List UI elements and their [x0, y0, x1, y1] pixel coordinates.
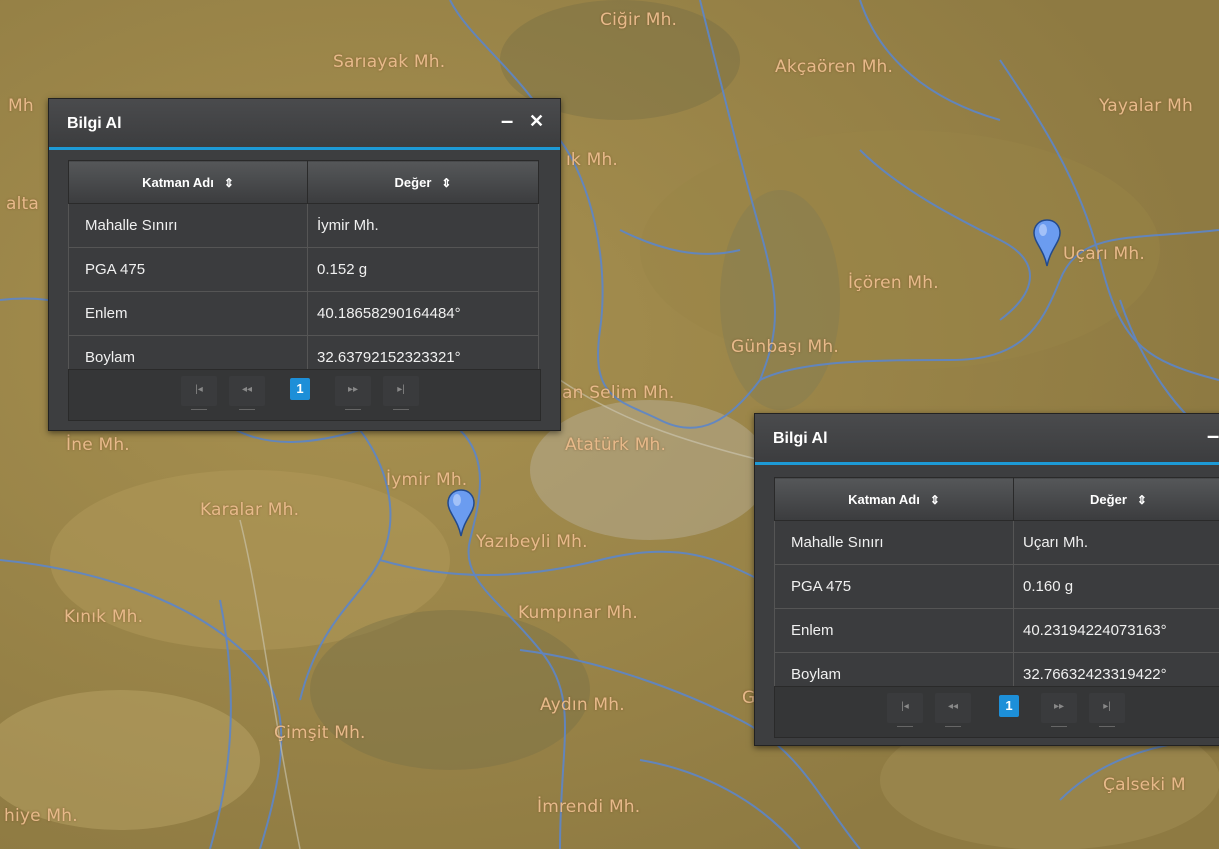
place-label: Günbaşı Mh.	[731, 337, 839, 357]
first-page-button[interactable]: |◂	[887, 693, 923, 727]
place-label: İne Mh.	[66, 435, 130, 455]
first-page-button[interactable]: |◂	[181, 376, 217, 410]
window-titlebar[interactable]: Bilgi Al –	[755, 414, 1219, 465]
column-header-layer[interactable]: Katman Adı ⇕	[774, 477, 1014, 521]
table-row[interactable]: Mahalle Sınırı Uçarı Mh.	[774, 520, 1219, 565]
sort-icon[interactable]: ⇕	[224, 176, 234, 190]
sort-icon[interactable]: ⇕	[1137, 493, 1147, 507]
place-label: an Selim Mh.	[562, 383, 675, 403]
column-header-layer[interactable]: Katman Adı ⇕	[68, 160, 308, 204]
next-page-button[interactable]: ▸▸	[1041, 693, 1077, 727]
place-label: Mh	[8, 96, 34, 116]
minimize-button[interactable]: –	[1207, 423, 1219, 449]
place-label: alta	[6, 194, 40, 214]
table-row[interactable]: Enlem 40.18658290164484°	[68, 291, 539, 336]
column-header-value[interactable]: Değer ⇕	[307, 160, 539, 204]
feature-info-window[interactable]: Bilgi Al – Katman Adı ⇕ Değer ⇕ Mahalle Sı…	[754, 413, 1219, 746]
page-number[interactable]: 1	[999, 695, 1019, 717]
attribute-table: Katman Adı ⇕ Değer ⇕ Mahalle Sınırı Uçarı M…	[774, 477, 1219, 697]
place-label: Atatürk Mh.	[565, 435, 667, 455]
place-label: Uçarı Mh.	[1063, 244, 1145, 264]
place-label: Ciğir Mh.	[600, 10, 678, 30]
place-label: Akçaören Mh.	[775, 57, 894, 77]
window-titlebar[interactable]: Bilgi Al – ✕	[49, 99, 560, 150]
table-row[interactable]: Mahalle Sınırı İymir Mh.	[68, 203, 539, 248]
last-page-button[interactable]: ▸|	[1089, 693, 1125, 727]
place-label: İymir Mh.	[386, 470, 468, 490]
table-row[interactable]: Enlem 40.23194224073163°	[774, 608, 1219, 653]
sort-icon[interactable]: ⇕	[930, 493, 940, 507]
column-header-value[interactable]: Değer ⇕	[1013, 477, 1219, 521]
next-page-button[interactable]: ▸▸	[335, 376, 371, 410]
pagination-bar: |◂ ◂◂ 1 ▸▸ ▸|	[774, 686, 1219, 738]
prev-page-button[interactable]: ◂◂	[229, 376, 265, 410]
map-marker-icon[interactable]	[446, 488, 476, 538]
place-label: hiye Mh.	[4, 806, 78, 826]
page-number[interactable]: 1	[290, 378, 310, 400]
place-label: Yazıbeyli Mh.	[476, 532, 588, 552]
place-label: Kınık Mh.	[64, 607, 144, 627]
place-label: Sarıayak Mh.	[333, 52, 446, 72]
prev-page-button[interactable]: ◂◂	[935, 693, 971, 727]
table-row[interactable]: PGA 475 0.152 g	[68, 247, 539, 292]
place-label: İmrendi Mh.	[537, 797, 641, 817]
minimize-button[interactable]: –	[501, 108, 513, 134]
place-label: Çalseki M	[1103, 775, 1186, 795]
window-title: Bilgi Al	[67, 115, 122, 132]
place-label: Çimşit Mh.	[274, 723, 366, 743]
place-label: Aydın Mh.	[540, 695, 625, 715]
pagination-bar: |◂ ◂◂ 1 ▸▸ ▸|	[68, 369, 541, 421]
window-title: Bilgi Al	[773, 430, 828, 447]
close-button[interactable]: ✕	[529, 111, 544, 132]
map-marker-icon[interactable]	[1032, 218, 1062, 268]
table-row[interactable]: PGA 475 0.160 g	[774, 564, 1219, 609]
place-label: ık Mh.	[566, 150, 619, 170]
place-label: Karalar Mh.	[200, 500, 300, 520]
sort-icon[interactable]: ⇕	[441, 176, 451, 190]
place-label: Kumpınar Mh.	[518, 603, 638, 623]
last-page-button[interactable]: ▸|	[383, 376, 419, 410]
place-label: İçören Mh.	[848, 273, 939, 293]
place-label: Yayalar Mh	[1099, 96, 1193, 116]
attribute-table: Katman Adı ⇕ Değer ⇕ Mahalle Sınırı İymir M…	[68, 160, 539, 380]
feature-info-window[interactable]: Bilgi Al – ✕ Katman Adı ⇕ Değer ⇕ Mahalle …	[48, 98, 561, 431]
